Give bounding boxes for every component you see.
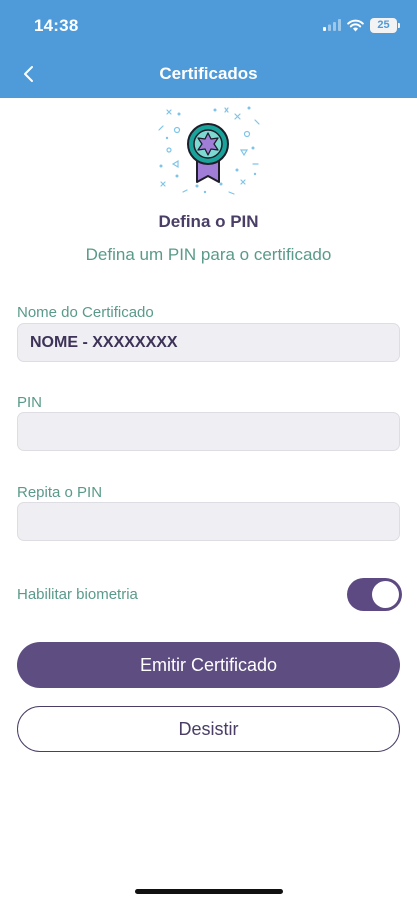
home-indicator[interactable] <box>135 889 283 894</box>
certificate-badge-icon <box>158 106 260 195</box>
biometry-label: Habilitar biometria <box>17 586 138 603</box>
page-title: Certificados <box>159 64 258 83</box>
pin-field[interactable] <box>17 412 400 451</box>
certificate-name-field[interactable] <box>17 323 400 362</box>
certificate-name-label: Nome do Certificado <box>17 304 154 321</box>
status-time: 14:38 <box>34 16 79 35</box>
section-heading: Defina o PIN <box>158 212 259 231</box>
issue-certificate-button[interactable]: Emitir Certificado <box>17 642 400 688</box>
signal-icon <box>323 19 341 31</box>
cancel-button[interactable]: Desistir <box>17 706 400 752</box>
pin-label: PIN <box>17 394 43 411</box>
battery-level: 25 <box>377 18 390 31</box>
app-header: 14:38 25 Certificados <box>0 0 417 98</box>
status-icons: 25 <box>323 17 400 33</box>
biometry-toggle[interactable] <box>347 578 402 611</box>
repeat-pin-field[interactable] <box>17 502 400 541</box>
battery-icon: 25 <box>370 17 400 33</box>
section-subheading: Defina um PIN para o certificado <box>85 245 332 264</box>
repeat-pin-label: Repita o PIN <box>17 484 103 501</box>
toggle-knob <box>372 581 399 608</box>
wifi-icon <box>347 19 364 31</box>
